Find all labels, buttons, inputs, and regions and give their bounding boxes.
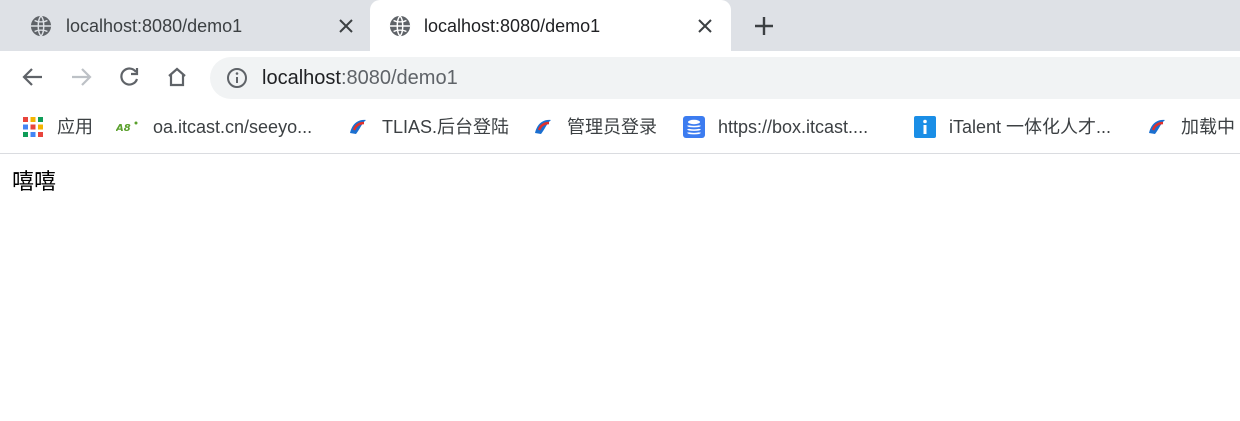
url-host: localhost [262,67,341,89]
tlias-logo-icon [1146,116,1168,138]
info-tile-icon [914,116,936,138]
bookmark-box[interactable]: https://box.itcast.... [683,114,868,140]
bookmark-label: TLIAS.后台登陆 [382,117,510,137]
bookmarks-bar: 应用 A8 oa.itcast.cn/seeyo... TLIAS.后台登陆 管… [0,103,1240,153]
bookmark-label: 加载中 [1181,117,1235,137]
tab-title: localhost:8080/demo1 [424,16,601,36]
bookmark-label: oa.itcast.cn/seeyo... [153,117,313,137]
forward-button[interactable] [67,63,95,91]
close-icon[interactable] [334,14,358,38]
arrow-right-icon [72,68,92,86]
bookmark-label: iTalent 一体化人才... [949,117,1112,137]
info-icon[interactable] [226,67,248,89]
reload-icon [120,67,139,86]
tlias-logo-icon [347,116,369,138]
database-icon [683,116,705,138]
seeyon-logo-icon: A8 [116,116,140,138]
globe-icon [389,15,411,37]
apps-grid-icon [22,116,44,138]
reload-button[interactable] [115,63,143,91]
bookmark-tlias[interactable]: TLIAS.后台登陆 [347,114,509,140]
svg-text:A8: A8 [116,123,131,134]
bookmark-loading[interactable]: 加载中 [1146,114,1235,140]
url-path: :8080/demo1 [340,67,458,89]
tab-title: localhost:8080/demo1 [66,16,243,36]
tlias-logo-icon [532,116,554,138]
browser-toolbar: localhost:8080/demo1 [0,51,1240,103]
page-content: 嘻嘻 [0,154,1240,421]
globe-icon [30,15,52,37]
back-button[interactable] [19,63,47,91]
home-icon [168,67,186,87]
arrow-left-icon [22,68,42,86]
tab-strip: localhost:8080/demo1 localhost:8080/demo… [0,0,1240,51]
page-body-text: 嘻嘻 [12,170,57,195]
tab-inactive[interactable]: localhost:8080/demo1 [0,0,370,51]
bookmark-admin-login[interactable]: 管理员登录 [532,114,657,140]
new-tab-button[interactable] [750,12,778,40]
url-text[interactable]: localhost:8080/demo1 [262,66,458,90]
tab-active[interactable]: localhost:8080/demo1 [370,0,731,51]
bookmark-italent[interactable]: iTalent 一体化人才... [914,114,1111,140]
bookmark-label: 管理员登录 [567,117,657,137]
close-icon[interactable] [693,14,717,38]
home-button[interactable] [163,63,191,91]
plus-icon [755,17,773,35]
bookmark-apps[interactable]: 应用 [22,114,93,140]
bookmark-label: https://box.itcast.... [718,117,869,137]
bookmark-label: 应用 [57,117,93,137]
bookmark-oa[interactable]: A8 oa.itcast.cn/seeyo... [116,114,312,140]
address-bar[interactable]: localhost:8080/demo1 [210,57,1240,99]
